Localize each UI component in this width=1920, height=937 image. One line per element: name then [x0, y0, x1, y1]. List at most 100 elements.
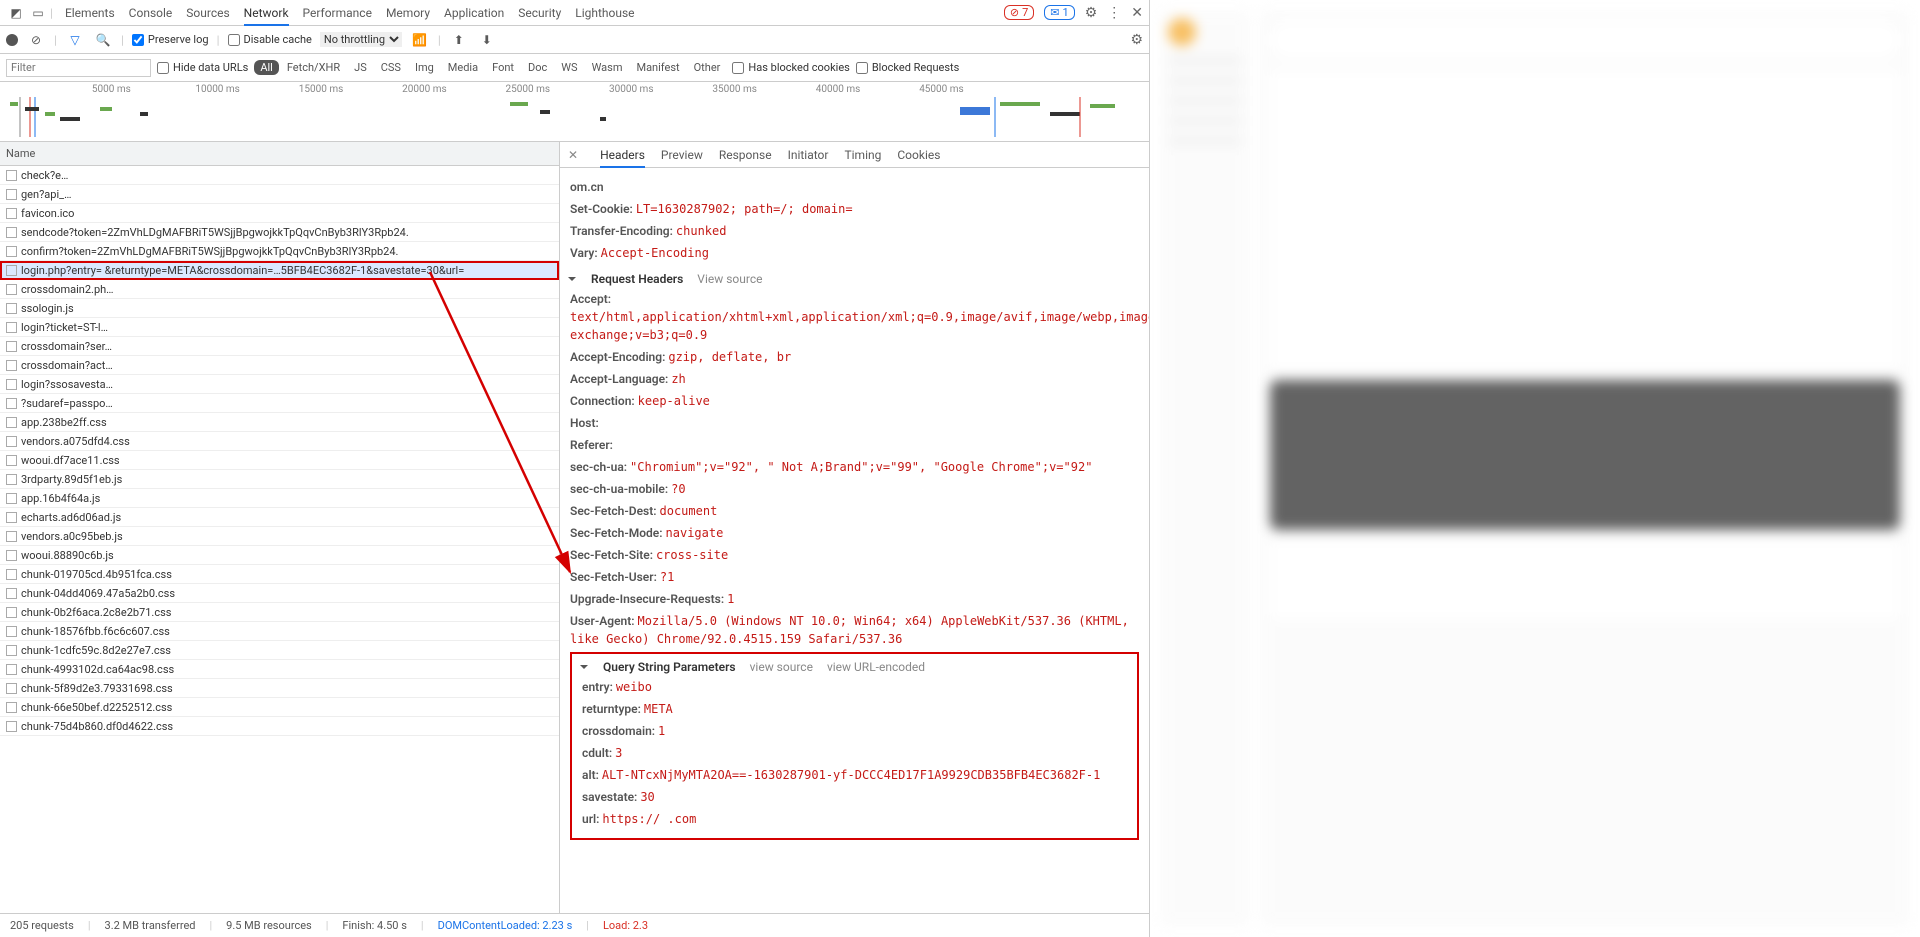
blocked-requests-checkbox[interactable]: Blocked Requests [856, 61, 960, 74]
file-icon [6, 246, 17, 257]
filter-pill-js[interactable]: JS [348, 60, 373, 75]
search-icon[interactable]: 🔍 [93, 30, 113, 50]
request-row[interactable]: vendors.a0c95beb.js [0, 527, 559, 546]
tab-security[interactable]: Security [518, 0, 561, 26]
tab-sources[interactable]: Sources [186, 0, 229, 26]
request-row[interactable]: crossdomain?act… [0, 356, 559, 375]
filter-bar: Hide data URLs AllFetch/XHRJSCSSImgMedia… [0, 54, 1149, 82]
header-value: weibo [616, 680, 652, 694]
filter-pill-all[interactable]: All [254, 60, 279, 75]
filter-pill-other[interactable]: Other [688, 60, 727, 75]
request-row[interactable]: gen?api_… [0, 185, 559, 204]
filter-pill-fetchxhr[interactable]: Fetch/XHR [281, 60, 346, 75]
request-row[interactable]: login?ticket=ST-l… [0, 318, 559, 337]
detail-tab-cookies[interactable]: Cookies [897, 142, 940, 168]
request-row[interactable]: crossdomain2.ph… [0, 280, 559, 299]
filter-pill-css[interactable]: CSS [375, 60, 407, 75]
request-row[interactable]: check?e… [0, 166, 559, 185]
clear-icon[interactable]: ⊘ [26, 30, 46, 50]
request-row[interactable]: vendors.a075dfd4.css [0, 432, 559, 451]
throttling-select[interactable]: No throttling [320, 32, 402, 47]
download-icon[interactable]: ⬇ [477, 30, 497, 50]
request-row[interactable]: wooui.df7ace11.css [0, 451, 559, 470]
preserve-log-checkbox[interactable]: Preserve log [132, 33, 209, 46]
request-row[interactable]: chunk-1cdfc59c.8d2e27e7.css [0, 641, 559, 660]
request-row[interactable]: app.16b4f64a.js [0, 489, 559, 508]
request-row[interactable]: 3rdparty.89d5f1eb.js [0, 470, 559, 489]
upload-icon[interactable]: ⬆ [449, 30, 469, 50]
hide-data-urls-checkbox[interactable]: Hide data URLs [157, 61, 248, 74]
device-icon[interactable]: ▭ [28, 3, 48, 23]
has-blocked-cookies-checkbox[interactable]: Has blocked cookies [732, 61, 849, 74]
detail-tab-response[interactable]: Response [719, 142, 772, 168]
request-row[interactable]: chunk-4993102d.ca64ac98.css [0, 660, 559, 679]
filter-pill-img[interactable]: Img [409, 60, 440, 75]
status-domcontentloaded: DOMContentLoaded: 2.23 s [438, 919, 573, 932]
filter-pill-manifest[interactable]: Manifest [630, 60, 685, 75]
request-row[interactable]: login.php?entry= &returntype=META&crossd… [0, 261, 559, 280]
request-row[interactable]: login?ssosavesta… [0, 375, 559, 394]
file-icon [6, 170, 17, 181]
more-icon[interactable]: ⋮ [1107, 5, 1121, 21]
tab-application[interactable]: Application [444, 0, 504, 26]
file-icon [6, 493, 17, 504]
request-row[interactable]: crossdomain?ser… [0, 337, 559, 356]
file-icon [6, 398, 17, 409]
request-row[interactable]: wooui.88890c6b.js [0, 546, 559, 565]
name-column-header[interactable]: Name [0, 142, 559, 166]
filter-icon[interactable]: ▽ [65, 30, 85, 50]
info-badge[interactable]: ✉ 1 [1044, 5, 1074, 20]
qsp-view-url-encoded[interactable]: view URL-encoded [827, 660, 925, 674]
file-icon [6, 265, 17, 276]
detail-tab-timing[interactable]: Timing [844, 142, 881, 168]
record-icon[interactable] [6, 34, 18, 46]
request-row[interactable]: chunk-18576fbb.f6c6c607.css [0, 622, 559, 641]
request-row[interactable]: ?sudaref=passpo… [0, 394, 559, 413]
detail-body[interactable]: om.cn Set-Cookie: LT=1630287902; path=/;… [560, 168, 1149, 913]
wifi-icon[interactable]: 📶 [410, 30, 430, 50]
filter-pill-media[interactable]: Media [442, 60, 484, 75]
request-row[interactable]: sendcode?token=2ZmVhLDgMAFBRiT5WSjjBpgwo… [0, 223, 559, 242]
qsp-view-source[interactable]: view source [750, 660, 813, 674]
detail-tab-preview[interactable]: Preview [661, 142, 703, 168]
error-badge[interactable]: ⊘ 7 [1004, 5, 1034, 20]
filter-pill-font[interactable]: Font [486, 60, 520, 75]
file-icon [6, 360, 17, 371]
filter-input[interactable] [6, 59, 151, 77]
detail-tab-initiator[interactable]: Initiator [788, 142, 829, 168]
request-row[interactable]: favicon.ico [0, 204, 559, 223]
request-row[interactable]: chunk-66e50bef.d2252512.css [0, 698, 559, 717]
request-row[interactable]: chunk-75d4b860.df0d4622.css [0, 717, 559, 736]
timeline[interactable]: 5000 ms10000 ms15000 ms20000 ms25000 ms3… [0, 82, 1149, 142]
close-detail-icon[interactable]: ✕ [568, 148, 578, 162]
inspect-icon[interactable]: ◩ [6, 3, 26, 23]
request-row[interactable]: chunk-5f89d2e3.79331698.css [0, 679, 559, 698]
close-icon[interactable]: ✕ [1131, 5, 1143, 21]
disable-cache-checkbox[interactable]: Disable cache [228, 33, 312, 46]
tab-console[interactable]: Console [129, 0, 173, 26]
request-row[interactable]: app.238be2ff.css [0, 413, 559, 432]
file-icon [6, 341, 17, 352]
net-settings-icon[interactable]: ⚙ [1130, 32, 1143, 48]
view-source-link[interactable]: View source [697, 272, 762, 286]
tab-performance[interactable]: Performance [303, 0, 372, 26]
header-key: cdult: [582, 746, 612, 760]
tab-lighthouse[interactable]: Lighthouse [575, 0, 634, 26]
header-value: LT=1630287902; path=/; domain= [636, 202, 853, 216]
request-row[interactable]: ssologin.js [0, 299, 559, 318]
request-row[interactable]: echarts.ad6d06ad.js [0, 508, 559, 527]
filter-pill-doc[interactable]: Doc [522, 60, 553, 75]
filter-pill-wasm[interactable]: Wasm [586, 60, 629, 75]
tab-memory[interactable]: Memory [386, 0, 430, 26]
status-load: Load: 2.3 [603, 919, 648, 932]
tab-elements[interactable]: Elements [65, 0, 115, 26]
detail-tab-headers[interactable]: Headers [600, 142, 645, 168]
filter-pill-ws[interactable]: WS [555, 60, 583, 75]
file-icon [6, 702, 17, 713]
tab-network[interactable]: Network [244, 0, 289, 26]
settings-icon[interactable]: ⚙ [1085, 5, 1098, 21]
request-row[interactable]: chunk-019705cd.4b951fca.css [0, 565, 559, 584]
request-row[interactable]: chunk-04dd4069.47a5a2b0.css [0, 584, 559, 603]
request-row[interactable]: confirm?token=2ZmVhLDgMAFBRiT5WSjjBpgwoj… [0, 242, 559, 261]
request-row[interactable]: chunk-0b2f6aca.2c8e2b71.css [0, 603, 559, 622]
